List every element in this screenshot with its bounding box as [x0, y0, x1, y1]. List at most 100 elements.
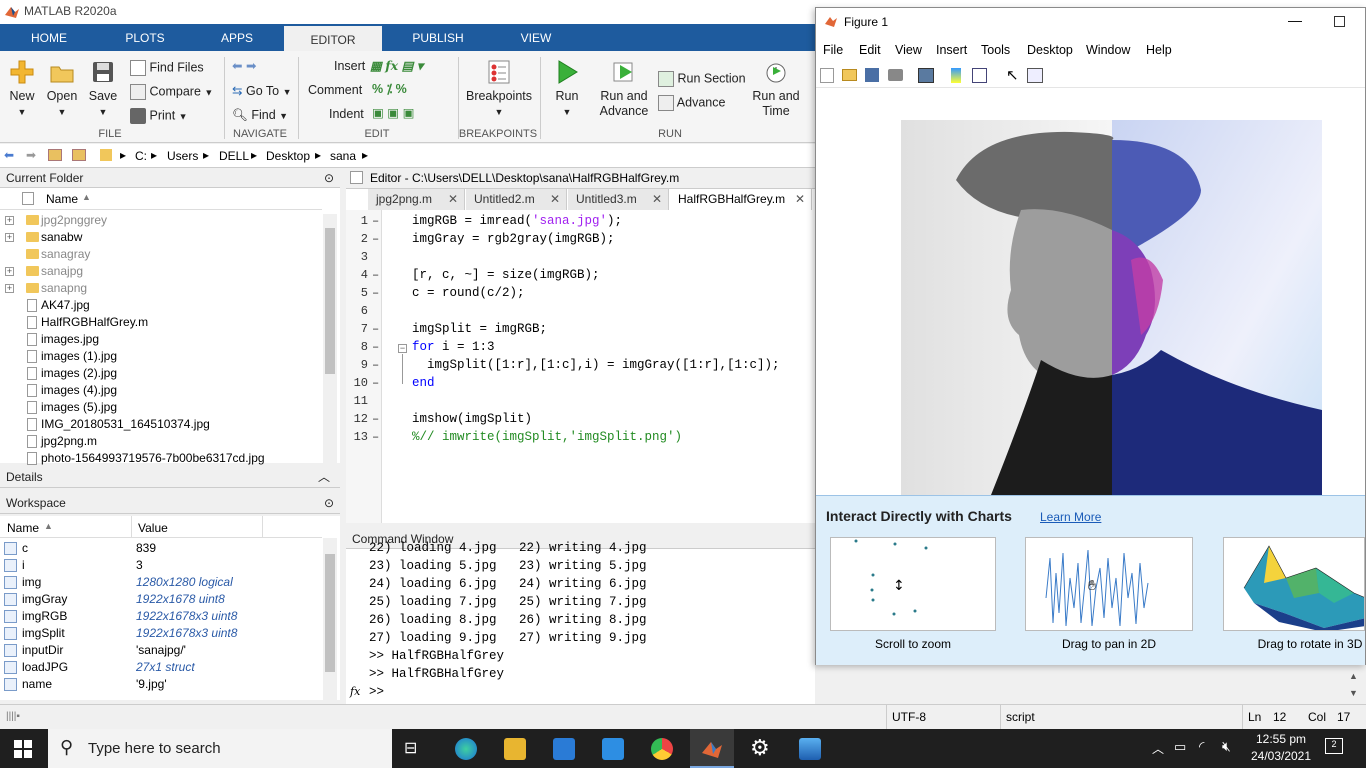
workspace-variable-row[interactable]: loadJPG 27x1 struct: [0, 659, 322, 676]
path-part-desktop[interactable]: Desktop: [266, 149, 310, 163]
save-figure-icon[interactable]: [865, 68, 879, 82]
path-part-users[interactable]: Users: [167, 149, 198, 163]
folder-list-item[interactable]: + jpg2pnggrey: [0, 212, 322, 229]
new-button[interactable]: New ▼: [4, 59, 40, 120]
folder-list-item[interactable]: + sanabw: [0, 229, 322, 246]
panel-menu-icon[interactable]: ⊙: [324, 168, 334, 188]
expand-icon[interactable]: +: [5, 233, 14, 242]
close-icon[interactable]: ✕: [795, 189, 805, 210]
breakpoint-marker[interactable]: –: [372, 268, 379, 282]
minimize-icon[interactable]: —: [1288, 12, 1302, 28]
comment-tools-icons[interactable]: % ⁒ %: [372, 82, 407, 97]
menu-window[interactable]: Window: [1086, 43, 1130, 57]
folder-scrollbar[interactable]: [323, 214, 337, 463]
browse-folder-icon[interactable]: [72, 149, 86, 161]
up-folder-icon[interactable]: [48, 149, 62, 161]
notifications-icon[interactable]: 2: [1325, 738, 1343, 754]
workspace-variable-row[interactable]: name '9.jpg': [0, 676, 322, 693]
wifi-icon[interactable]: ◜: [1199, 738, 1204, 755]
menu-file[interactable]: File: [823, 43, 843, 57]
breakpoint-marker[interactable]: –: [372, 232, 379, 246]
editor-tab-untitled3[interactable]: Untitled3.m ✕: [568, 189, 669, 210]
indent-button[interactable]: Indent: [329, 107, 364, 122]
run-section-button[interactable]: Run Section: [658, 71, 746, 87]
tab-plots[interactable]: PLOTS: [110, 24, 180, 51]
indent-tools-icons[interactable]: ▣ ▣ ▣: [372, 106, 414, 121]
run-and-advance-button[interactable]: Run and Advance: [596, 59, 652, 119]
scroll-down-icon[interactable]: ▼: [1349, 688, 1358, 698]
expand-icon[interactable]: +: [5, 216, 14, 225]
workspace-variable-row[interactable]: imgGray 1922x1678 uint8: [0, 591, 322, 608]
chrome-icon[interactable]: [651, 738, 673, 760]
file-explorer-icon[interactable]: [504, 738, 526, 760]
breakpoint-marker[interactable]: –: [372, 376, 379, 390]
folder-list-item[interactable]: images (5).jpg: [0, 399, 322, 416]
code-line-13[interactable]: %// imwrite(imgSplit,'imgSplit.png'): [412, 430, 682, 444]
menu-insert[interactable]: Insert: [936, 43, 967, 57]
tab-apps[interactable]: APPS: [206, 24, 268, 51]
close-icon[interactable]: ✕: [652, 189, 662, 210]
folder-list-item[interactable]: images (4).jpg: [0, 382, 322, 399]
workspace-variable-row[interactable]: imgRGB 1922x1678x3 uint8: [0, 608, 322, 625]
code-line-1[interactable]: imgRGB = imread('sana.jpg');: [412, 214, 622, 228]
find-files-button[interactable]: Find Files: [130, 60, 204, 76]
clock-time[interactable]: 12:55 pm: [1252, 732, 1310, 746]
code-line-5[interactable]: c = round(c/2);: [412, 286, 525, 300]
workspace-variable-row[interactable]: c 839: [0, 540, 322, 557]
breakpoint-marker[interactable]: –: [372, 358, 379, 372]
details-header[interactable]: Details ︿: [0, 466, 340, 488]
mail-icon[interactable]: [602, 738, 624, 760]
breakpoint-marker[interactable]: –: [372, 430, 379, 444]
clock-date[interactable]: 24/03/2021: [1250, 749, 1312, 763]
tab-publish[interactable]: PUBLISH: [400, 24, 476, 51]
go-to-button[interactable]: ⇆ Go To ▼: [232, 84, 292, 100]
workspace-variable-row[interactable]: i3: [0, 557, 322, 574]
fx-icon[interactable]: fx: [350, 685, 360, 698]
open-file-icon[interactable]: [842, 69, 857, 81]
column-divider[interactable]: [262, 516, 263, 538]
scroll-up-icon[interactable]: ▲: [1349, 671, 1358, 681]
insert-button[interactable]: Insert: [334, 59, 365, 74]
menu-view[interactable]: View: [895, 43, 922, 57]
close-icon[interactable]: ✕: [550, 189, 560, 210]
compare-button[interactable]: Compare ▼: [130, 84, 213, 100]
photos-icon[interactable]: [799, 738, 821, 760]
menu-tools[interactable]: Tools: [981, 43, 1010, 57]
breakpoint-marker[interactable]: –: [372, 286, 379, 300]
folder-scroll-thumb[interactable]: [325, 228, 335, 374]
folder-list-item[interactable]: AK47.jpg: [0, 297, 322, 314]
tab-view[interactable]: VIEW: [502, 24, 570, 51]
back-forward-arrows[interactable]: ⬅ ➡: [232, 59, 256, 74]
workspace-variable-row[interactable]: inputDir 'sanajpg/': [0, 642, 322, 659]
property-editor-icon[interactable]: [1027, 68, 1043, 83]
open-button[interactable]: Open ▼: [44, 59, 80, 120]
folder-list-item[interactable]: images (2).jpg: [0, 365, 322, 382]
volume-muted-icon[interactable]: 🔇︎: [1222, 738, 1231, 755]
run-button[interactable]: Run ▼: [548, 59, 586, 120]
matlab-taskbar-item[interactable]: [690, 729, 734, 768]
breakpoint-marker[interactable]: –: [372, 322, 379, 336]
breakpoint-marker[interactable]: –: [372, 214, 379, 228]
microsoft-store-icon[interactable]: [553, 738, 575, 760]
windows-start-icon[interactable]: [14, 740, 32, 758]
workspace-variable-row[interactable]: imgSplit 1922x1678x3 uint8: [0, 625, 322, 642]
path-part-drive[interactable]: C:: [135, 149, 147, 163]
folder-list-item[interactable]: photo-1564993719576-7b00be6317cd.jpg: [0, 450, 322, 467]
edge-browser-icon[interactable]: [455, 738, 477, 760]
expand-icon[interactable]: +: [5, 267, 14, 276]
task-view-icon[interactable]: ⊟: [404, 738, 417, 758]
editor-tab-jpg2png[interactable]: jpg2png.m ✕: [368, 189, 465, 210]
ws-name-column[interactable]: Name: [7, 521, 39, 535]
editor-tab-halfrgbhalfgrey[interactable]: HalfRGBHalfGrey.m ✕: [670, 189, 812, 210]
editor-tab-untitled2[interactable]: Untitled2.m ✕: [466, 189, 567, 210]
command-prompt[interactable]: >>: [369, 685, 384, 699]
folder-list-item[interactable]: IMG_20180531_164510374.jpg: [0, 416, 322, 433]
folder-list-item[interactable]: sanagray: [0, 246, 322, 263]
folder-column-header[interactable]: Name ▲: [0, 188, 322, 210]
expand-icon[interactable]: +: [5, 284, 14, 293]
ws-value-column[interactable]: Value: [138, 521, 168, 535]
zoom-card[interactable]: ↕: [830, 537, 996, 631]
settings-gear-icon[interactable]: ⚙: [750, 735, 770, 761]
insert-tools-icons[interactable]: ▦ fx ▤ ▾: [370, 58, 423, 74]
forward-arrow-icon[interactable]: ➡: [26, 148, 36, 162]
